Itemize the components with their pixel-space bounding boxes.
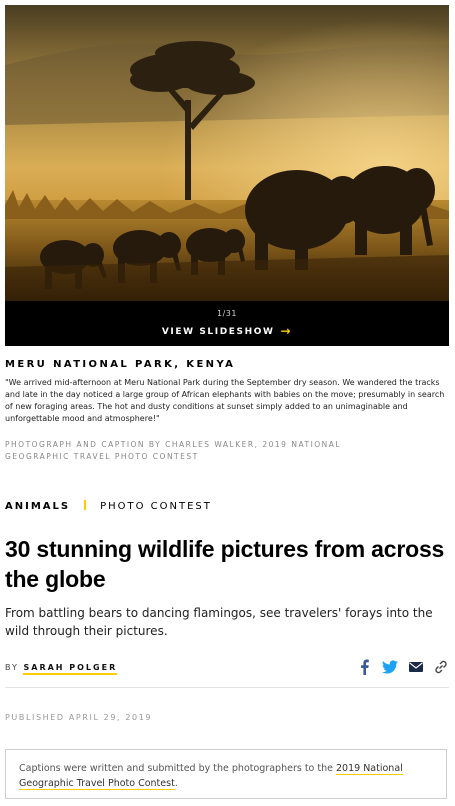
byline: BY SARAH POLGER (5, 663, 118, 675)
facebook-icon (361, 659, 369, 675)
article-dek: From battling bears to dancing flamingos… (5, 606, 433, 638)
byline-prefix: BY (5, 663, 19, 672)
view-slideshow-label: VIEW SLIDESHOW (161, 327, 275, 337)
note-text-before: Captions were written and submitted by t… (19, 763, 336, 774)
tag-animals[interactable]: ANIMALS (5, 501, 70, 512)
caption-note-text: Captions were written and submitted by t… (19, 761, 439, 791)
tag-photo-contest[interactable]: PHOTO CONTEST (100, 501, 212, 512)
caption-note-box: Captions were written and submitted by t… (5, 749, 447, 799)
elephants-sunset-photo (5, 5, 449, 301)
byline-divider (5, 687, 449, 688)
photo-location: MERU NATIONAL PARK, KENYA (5, 359, 236, 370)
email-icon (409, 662, 423, 672)
photo-caption: "We arrived mid-afternoon at Meru Nation… (5, 378, 445, 423)
photo-credit: PHOTOGRAPH AND CAPTION BY CHARLES WALKER… (5, 440, 342, 461)
arrow-right-icon: → (280, 324, 293, 338)
author-link[interactable]: SARAH POLGER (23, 663, 118, 675)
link-icon (435, 660, 447, 674)
publish-date: PUBLISHED APRIL 29, 2019 (5, 713, 153, 722)
copy-link-button[interactable] (433, 659, 449, 675)
twitter-share-button[interactable] (382, 659, 398, 675)
facebook-share-button[interactable] (357, 659, 373, 675)
hero-image[interactable] (5, 5, 449, 301)
slide-counter: 1/31 (217, 309, 237, 318)
twitter-icon (382, 660, 398, 674)
email-share-button[interactable] (408, 659, 424, 675)
note-text-after: . (174, 778, 178, 789)
tag-separator (84, 500, 87, 510)
article-tags: ANIMALS PHOTO CONTEST (5, 500, 212, 512)
article-headline: 30 stunning wildlife pictures from acros… (5, 536, 445, 592)
view-slideshow-button[interactable]: VIEW SLIDESHOW → (5, 323, 449, 338)
slideshow-bar: 1/31 VIEW SLIDESHOW → (5, 301, 449, 346)
